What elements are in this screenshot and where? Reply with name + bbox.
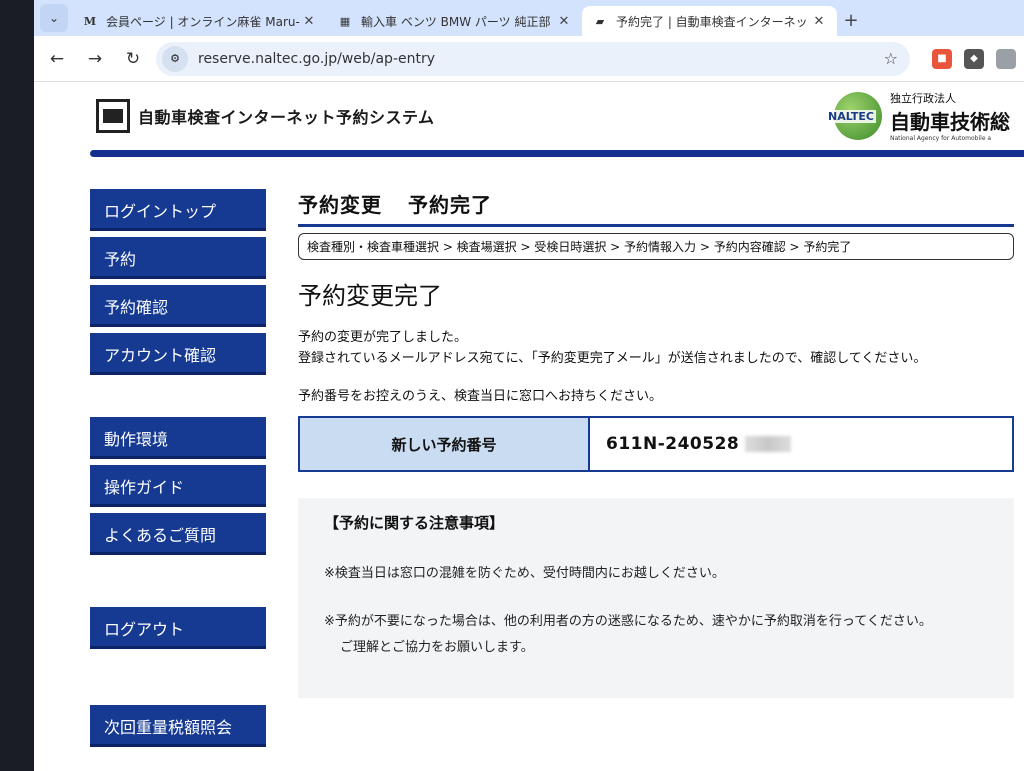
bookmark-star-icon[interactable]: ☆ bbox=[884, 49, 898, 68]
naltec-emblem-icon: NALTEC bbox=[826, 92, 882, 140]
tab-favicon: ▰ bbox=[595, 14, 605, 28]
url-text[interactable]: reserve.naltec.go.jp/web/ap-entry bbox=[198, 51, 884, 67]
arrow-right-icon: → bbox=[87, 48, 103, 69]
page-title-part1: 予約変更 bbox=[298, 193, 382, 217]
tab-title: 輸入車 ベンツ BMW パーツ 純正部 bbox=[361, 14, 551, 29]
tab-mahjong[interactable]: M 会員ページ | オンライン麻雀 Maru- ✕ bbox=[72, 6, 327, 36]
org-prefix: 独立行政法人 bbox=[890, 92, 956, 105]
notice-item: ※予約が不要になった場合は、他の利用者の方の迷惑になるため、速やかに予約取消を行… bbox=[324, 609, 996, 661]
reservation-number-label: 新しい予約番号 bbox=[300, 418, 590, 470]
plus-icon: + bbox=[843, 9, 859, 31]
back-button[interactable]: ← bbox=[42, 44, 72, 74]
reservation-number-value: 611N-240528 bbox=[606, 434, 740, 454]
sidebar-item-reservation-check[interactable]: 予約確認 bbox=[90, 285, 266, 327]
extension-shield-icon[interactable]: ◆ bbox=[964, 48, 984, 69]
logout-button[interactable]: ログアウト bbox=[90, 607, 266, 649]
page-content: 自動車検査インターネット予約システム NALTEC 独立行政法人 自動車技術総 … bbox=[34, 82, 1024, 771]
site-header: 自動車検査インターネット予約システム NALTEC 独立行政法人 自動車技術総 … bbox=[34, 82, 1024, 150]
sidebar-item-environment[interactable]: 動作環境 bbox=[90, 417, 266, 459]
address-bar[interactable]: ⚙ reserve.naltec.go.jp/web/ap-entry ☆ bbox=[156, 41, 910, 76]
sidebar-item-faq[interactable]: よくあるご質問 bbox=[90, 513, 266, 555]
message-line: 予約の変更が完了しました。 bbox=[298, 330, 468, 345]
redacted-digits bbox=[745, 436, 792, 452]
naltec-wordmark: NALTEC bbox=[826, 110, 876, 123]
extension-icon[interactable]: ■ bbox=[932, 48, 952, 69]
reload-icon: ↻ bbox=[125, 48, 141, 69]
chevron-down-icon: ⌄ bbox=[48, 11, 60, 25]
sidebar-item-account-check[interactable]: アカウント確認 bbox=[90, 333, 266, 375]
browser-window: ⌄ M 会員ページ | オンライン麻雀 Maru- ✕ ▦ 輸入車 ベンツ BM… bbox=[34, 0, 1024, 771]
notice-line: ご理解とご協力をお願いします。 bbox=[340, 640, 534, 655]
reservation-number-table: 新しい予約番号 611N-240528 bbox=[298, 416, 1014, 472]
arrow-left-icon: ← bbox=[49, 48, 65, 69]
sidebar-item-reserve[interactable]: 予約 bbox=[90, 237, 266, 279]
notice-line: ※予約が不要になった場合は、他の利用者の方の迷惑になるため、速やかに予約取消を行… bbox=[324, 614, 932, 629]
forward-button[interactable]: → bbox=[80, 44, 110, 74]
sidebar-item-login-top[interactable]: ログイントップ bbox=[90, 189, 266, 231]
message-line: 登録されているメールアドレス宛てに、「予約変更完了メール」が送信されましたので、… bbox=[298, 351, 927, 366]
notice-box: 【予約に関する注意事項】 ※検査当日は窓口の混雑を防ぐため、受付時間内にお越しく… bbox=[298, 498, 1014, 698]
notice-title: 【予約に関する注意事項】 bbox=[324, 514, 505, 532]
completion-title: 予約変更完了 bbox=[298, 282, 442, 310]
breadcrumb: 検査種別・検査車種選択 > 検査場選択 > 受検日時選択 > 予約情報入力 > … bbox=[298, 233, 1014, 260]
notice-item: ※検査当日は窓口の混雑を防ぐため、受付時間内にお越しください。 bbox=[324, 566, 725, 581]
org-name: 自動車技術総 bbox=[890, 110, 1010, 134]
tab-reservation-complete[interactable]: ▰ 予約完了 | 自動車検査インターネット ✕ bbox=[582, 6, 837, 36]
completion-message: 予約の変更が完了しました。 登録されているメールアドレス宛てに、「予約変更完了メ… bbox=[298, 327, 1014, 369]
browser-toolbar: ← → ↻ ⚙ reserve.naltec.go.jp/web/ap-entr… bbox=[34, 36, 1024, 82]
site-info-icon[interactable]: ⚙ bbox=[162, 45, 188, 72]
org-name-en: National Agency for Automobile a bbox=[890, 135, 992, 142]
tab-strip: ⌄ M 会員ページ | オンライン麻雀 Maru- ✕ ▦ 輸入車 ベンツ BM… bbox=[34, 0, 1024, 36]
sidebar-nav: ログイントップ 予約 予約確認 アカウント確認 動作環境 操作ガイド よくあるご… bbox=[90, 189, 272, 753]
close-icon[interactable]: ✕ bbox=[301, 14, 317, 29]
reload-button[interactable]: ↻ bbox=[118, 44, 148, 74]
tab-favicon: ▦ bbox=[339, 14, 351, 28]
tab-parts-shop[interactable]: ▦ 輸入車 ベンツ BMW パーツ 純正部 ✕ bbox=[327, 6, 582, 36]
close-icon[interactable]: ✕ bbox=[556, 14, 572, 29]
new-tab-button[interactable]: + bbox=[837, 6, 865, 34]
close-icon[interactable]: ✕ bbox=[811, 14, 827, 29]
tab-search-button[interactable]: ⌄ bbox=[40, 4, 68, 32]
sidebar-item-weight-tax[interactable]: 次回重量税額照会 bbox=[90, 705, 266, 747]
page-title: 予約変更 予約完了 bbox=[298, 189, 1014, 227]
sidebar-item-guide[interactable]: 操作ガイド bbox=[90, 465, 266, 507]
car-logo-icon bbox=[96, 99, 130, 133]
tab-title: 会員ページ | オンライン麻雀 Maru- bbox=[106, 14, 300, 29]
header-divider bbox=[90, 150, 1024, 157]
naltec-logo: NALTEC 独立行政法人 自動車技術総 National Agency for… bbox=[826, 90, 1010, 142]
page-title-part2: 予約完了 bbox=[408, 193, 492, 217]
tab-title: 予約完了 | 自動車検査インターネット bbox=[616, 14, 811, 29]
tab-favicon: M bbox=[83, 14, 97, 28]
main-content: 予約変更 予約完了 検査種別・検査車種選択 > 検査場選択 > 受検日時選択 > … bbox=[272, 189, 1024, 753]
instruction-message: 予約番号をお控えのうえ、検査当日に窓口へお持ちください。 bbox=[298, 389, 663, 404]
reservation-number-cell: 611N-240528 bbox=[590, 418, 1012, 470]
site-title: 自動車検査インターネット予約システム bbox=[138, 108, 435, 127]
extension-icon[interactable] bbox=[996, 48, 1016, 69]
